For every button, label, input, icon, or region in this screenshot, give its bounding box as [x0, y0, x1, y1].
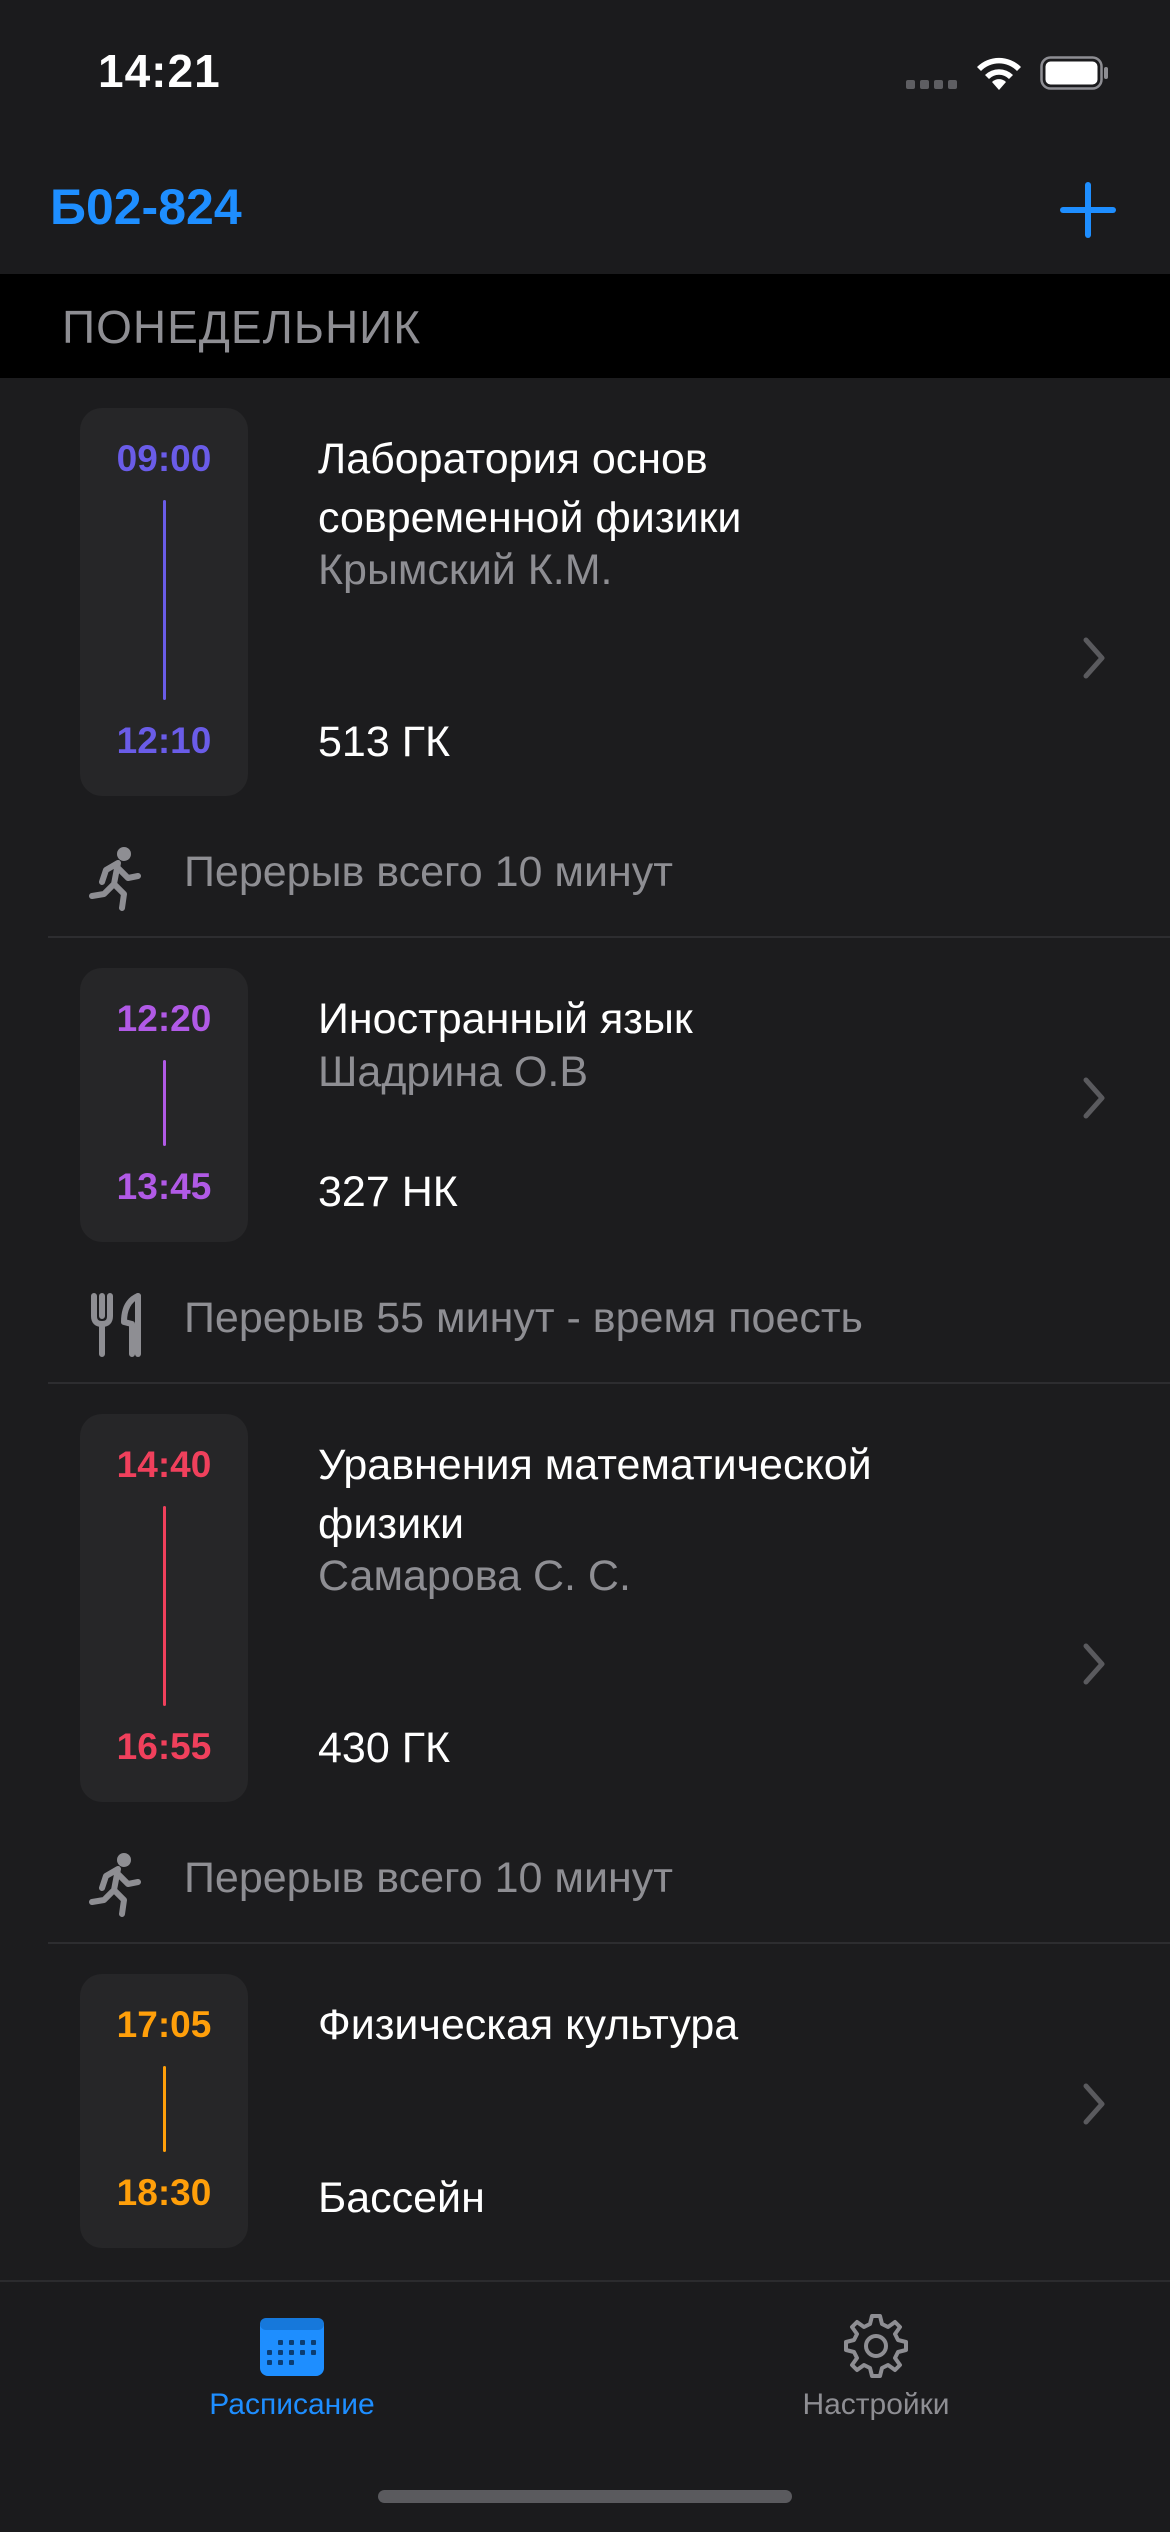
lesson-row[interactable]: 12:20 13:45 Иностранный язык Шадрина О.В…	[0, 938, 1170, 1266]
lesson-title-line: физики	[318, 1500, 464, 1548]
chevron-right-icon	[1083, 2083, 1105, 2125]
end-time: 12:10	[116, 720, 212, 761]
break-row: Перерыв всего 10 минут	[0, 1830, 1170, 1930]
lesson-room: Бассейн	[318, 2174, 485, 2222]
day-section-header: ПОНЕДЕЛЬНИК	[0, 274, 1170, 378]
group-title[interactable]: Б02-824	[50, 178, 242, 236]
lesson-title: Уравнения математической физики	[318, 1436, 1078, 1554]
time-card: 09:00 12:10	[80, 408, 248, 796]
cellular-signal-icon	[906, 80, 958, 90]
lesson-title: Лаборатория основ современной физики	[318, 430, 1078, 548]
chevron-right-icon	[1083, 1643, 1105, 1685]
lesson-title-line: Лаборатория основ	[318, 435, 708, 483]
break-row: Перерыв 55 минут - время поесть	[0, 1270, 1170, 1370]
lesson-row[interactable]: 09:00 12:10 Лаборатория основ современно…	[0, 378, 1170, 820]
lesson-list[interactable]: 09:00 12:10 Лаборатория основ современно…	[0, 378, 1170, 2280]
lesson-room: 327 НК	[318, 1168, 458, 1216]
lesson-teacher: Крымский К.М.	[318, 546, 613, 594]
lesson-title-line: Физическая культура	[318, 2001, 739, 2049]
time-line	[163, 1506, 166, 1706]
break-text: Перерыв 55 минут - время поесть	[184, 1294, 863, 1342]
chevron-right-icon	[1083, 637, 1105, 679]
time-card: 12:20 13:45	[80, 968, 248, 1242]
break-text: Перерыв всего 10 минут	[184, 1854, 673, 1902]
lesson-title: Физическая культура	[318, 1996, 1078, 2055]
start-time: 09:00	[116, 438, 212, 479]
home-indicator	[378, 2490, 792, 2503]
time-line	[163, 2066, 166, 2152]
start-time: 17:05	[116, 2004, 212, 2045]
running-icon	[89, 1853, 141, 1917]
lesson-title-line: Иностранный язык	[318, 995, 693, 1043]
navigation-bar: Б02-824	[0, 150, 1170, 274]
fork-knife-icon	[91, 1293, 141, 1357]
wifi-icon	[977, 57, 1021, 90]
tab-schedule[interactable]: Расписание	[142, 2282, 442, 2442]
status-time: 14:21	[98, 45, 221, 97]
start-time: 12:20	[116, 998, 212, 1039]
time-line	[163, 500, 166, 700]
tab-label: Настройки	[802, 2388, 950, 2421]
day-title: ПОНЕДЕЛЬНИК	[62, 301, 422, 353]
break-text: Перерыв всего 10 минут	[184, 848, 673, 896]
time-line	[163, 1060, 166, 1146]
chevron-right-icon	[1083, 1077, 1105, 1119]
lesson-room: 513 ГК	[318, 718, 451, 766]
tab-settings[interactable]: Настройки	[726, 2282, 1026, 2442]
add-icon[interactable]	[1056, 178, 1120, 242]
running-icon	[89, 847, 141, 911]
lesson-room: 430 ГК	[318, 1724, 451, 1772]
tab-label: Расписание	[209, 2388, 375, 2421]
status-bar: 14:21	[0, 0, 1170, 150]
start-time: 14:40	[116, 1444, 212, 1485]
calendar-icon	[260, 2318, 324, 2376]
lesson-title-line: Уравнения математической	[318, 1441, 872, 1489]
time-card: 17:05 18:30	[80, 1974, 248, 2248]
schedule-screen: 14:21 Б02-824 ПОНЕДЕЛЬНИК 09:00 12:10 Ла…	[0, 0, 1170, 2532]
lesson-row[interactable]: 17:05 18:30 Физическая культура Бассейн	[0, 1944, 1170, 2274]
end-time: 13:45	[116, 1166, 212, 1207]
lesson-teacher: Самарова С. С.	[318, 1552, 631, 1600]
lesson-title: Иностранный язык	[318, 990, 1078, 1049]
lesson-teacher: Шадрина О.В	[318, 1048, 589, 1096]
end-time: 18:30	[116, 2172, 212, 2213]
lesson-row[interactable]: 14:40 16:55 Уравнения математической физ…	[0, 1384, 1170, 1826]
gear-icon	[844, 2314, 908, 2378]
end-time: 16:55	[116, 1726, 212, 1767]
break-row: Перерыв всего 10 минут	[0, 824, 1170, 924]
time-card: 14:40 16:55	[80, 1414, 248, 1802]
battery-icon	[1040, 56, 1108, 90]
lesson-title-line: современной физики	[318, 494, 742, 542]
